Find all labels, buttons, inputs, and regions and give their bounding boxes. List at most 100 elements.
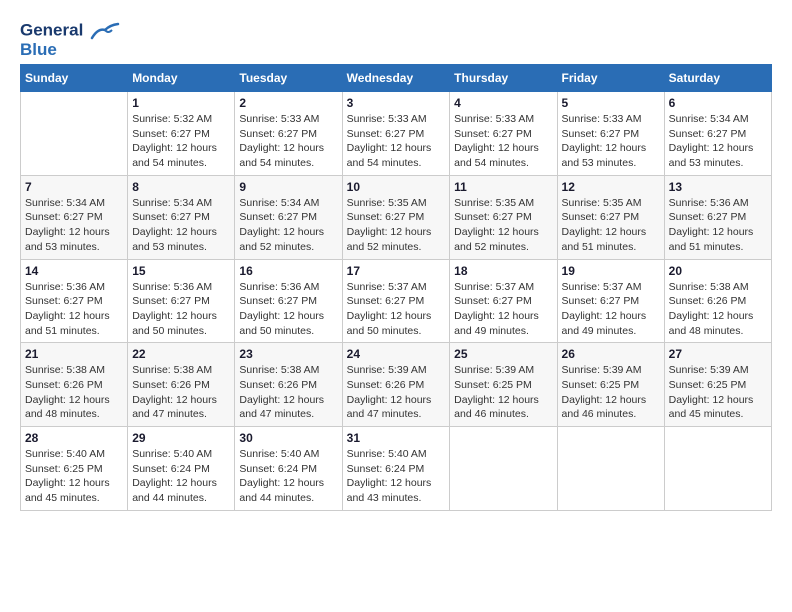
day-info: Sunrise: 5:39 AM Sunset: 6:25 PM Dayligh… xyxy=(669,363,767,422)
column-header-friday: Friday xyxy=(557,65,664,92)
calendar-week-row: 7 Sunrise: 5:34 AM Sunset: 6:27 PM Daylig… xyxy=(21,175,772,259)
day-info: Sunrise: 5:34 AM Sunset: 6:27 PM Dayligh… xyxy=(239,196,337,255)
calendar-cell: 9 Sunrise: 5:34 AM Sunset: 6:27 PM Daylig… xyxy=(235,175,342,259)
day-info: Sunrise: 5:40 AM Sunset: 6:24 PM Dayligh… xyxy=(239,447,337,506)
day-number: 30 xyxy=(239,431,337,445)
day-number: 23 xyxy=(239,347,337,361)
day-number: 3 xyxy=(347,96,446,110)
day-info: Sunrise: 5:40 AM Sunset: 6:24 PM Dayligh… xyxy=(132,447,230,506)
calendar-cell: 14 Sunrise: 5:36 AM Sunset: 6:27 PM Dayli… xyxy=(21,259,128,343)
calendar-cell: 13Sunrise: 5:36 AM Sunset: 6:27 PM Dayli… xyxy=(664,175,771,259)
day-number: 18 xyxy=(454,264,552,278)
day-info: Sunrise: 5:35 AM Sunset: 6:27 PM Dayligh… xyxy=(347,196,446,255)
day-number: 15 xyxy=(132,264,230,278)
day-number: 29 xyxy=(132,431,230,445)
calendar-cell: 11 Sunrise: 5:35 AM Sunset: 6:27 PM Dayli… xyxy=(450,175,557,259)
calendar-cell: 27 Sunrise: 5:39 AM Sunset: 6:25 PM Dayli… xyxy=(664,343,771,427)
day-info: Sunrise: 5:36 AM Sunset: 6:27 PM Dayligh… xyxy=(132,280,230,339)
calendar-cell: 18Sunrise: 5:37 AM Sunset: 6:27 PM Dayli… xyxy=(450,259,557,343)
day-info: Sunrise: 5:34 AM Sunset: 6:27 PM Dayligh… xyxy=(25,196,123,255)
calendar-cell: 7 Sunrise: 5:34 AM Sunset: 6:27 PM Daylig… xyxy=(21,175,128,259)
calendar-cell: 28 Sunrise: 5:40 AM Sunset: 6:25 PM Dayli… xyxy=(21,427,128,511)
calendar-cell: 30 Sunrise: 5:40 AM Sunset: 6:24 PM Dayli… xyxy=(235,427,342,511)
calendar-cell: 12 Sunrise: 5:35 AM Sunset: 6:27 PM Dayli… xyxy=(557,175,664,259)
day-number: 8 xyxy=(132,180,230,194)
day-number: 27 xyxy=(669,347,767,361)
calendar-cell: 22 Sunrise: 5:38 AM Sunset: 6:26 PM Dayli… xyxy=(128,343,235,427)
day-info: Sunrise: 5:33 AM Sunset: 6:27 PM Dayligh… xyxy=(454,112,552,171)
calendar-cell xyxy=(21,92,128,176)
day-number: 7 xyxy=(25,180,123,194)
calendar-week-row: 1 Sunrise: 5:32 AM Sunset: 6:27 PM Daylig… xyxy=(21,92,772,176)
calendar-cell: 16 Sunrise: 5:36 AM Sunset: 6:27 PM Dayli… xyxy=(235,259,342,343)
calendar-cell: 4 Sunrise: 5:33 AM Sunset: 6:27 PM Daylig… xyxy=(450,92,557,176)
day-info: Sunrise: 5:35 AM Sunset: 6:27 PM Dayligh… xyxy=(562,196,660,255)
logo-text: General Blue xyxy=(20,20,120,60)
day-number: 11 xyxy=(454,180,552,194)
day-info: Sunrise: 5:34 AM Sunset: 6:27 PM Dayligh… xyxy=(669,112,767,171)
page-header: General Blue xyxy=(20,20,772,60)
logo: General Blue xyxy=(20,20,120,60)
calendar-cell: 15 Sunrise: 5:36 AM Sunset: 6:27 PM Dayli… xyxy=(128,259,235,343)
column-header-sunday: Sunday xyxy=(21,65,128,92)
calendar-cell: 24Sunrise: 5:39 AM Sunset: 6:26 PM Dayli… xyxy=(342,343,450,427)
day-info: Sunrise: 5:39 AM Sunset: 6:26 PM Dayligh… xyxy=(347,363,446,422)
calendar-cell: 23 Sunrise: 5:38 AM Sunset: 6:26 PM Dayli… xyxy=(235,343,342,427)
calendar-cell: 21 Sunrise: 5:38 AM Sunset: 6:26 PM Dayli… xyxy=(21,343,128,427)
calendar-cell xyxy=(557,427,664,511)
day-info: Sunrise: 5:38 AM Sunset: 6:26 PM Dayligh… xyxy=(25,363,123,422)
calendar-cell: 20 Sunrise: 5:38 AM Sunset: 6:26 PM Dayli… xyxy=(664,259,771,343)
day-number: 28 xyxy=(25,431,123,445)
day-info: Sunrise: 5:38 AM Sunset: 6:26 PM Dayligh… xyxy=(239,363,337,422)
day-number: 14 xyxy=(25,264,123,278)
calendar-week-row: 28 Sunrise: 5:40 AM Sunset: 6:25 PM Dayli… xyxy=(21,427,772,511)
day-info: Sunrise: 5:37 AM Sunset: 6:27 PM Dayligh… xyxy=(347,280,446,339)
day-number: 17 xyxy=(347,264,446,278)
day-info: Sunrise: 5:40 AM Sunset: 6:24 PM Dayligh… xyxy=(347,447,446,506)
day-info: Sunrise: 5:38 AM Sunset: 6:26 PM Dayligh… xyxy=(132,363,230,422)
day-info: Sunrise: 5:36 AM Sunset: 6:27 PM Dayligh… xyxy=(239,280,337,339)
calendar-cell: 10Sunrise: 5:35 AM Sunset: 6:27 PM Dayli… xyxy=(342,175,450,259)
day-number: 16 xyxy=(239,264,337,278)
calendar-cell: 6 Sunrise: 5:34 AM Sunset: 6:27 PM Daylig… xyxy=(664,92,771,176)
day-number: 31 xyxy=(347,431,446,445)
day-number: 19 xyxy=(562,264,660,278)
day-number: 26 xyxy=(562,347,660,361)
day-number: 4 xyxy=(454,96,552,110)
day-info: Sunrise: 5:33 AM Sunset: 6:27 PM Dayligh… xyxy=(562,112,660,171)
calendar-cell: 17 Sunrise: 5:37 AM Sunset: 6:27 PM Dayli… xyxy=(342,259,450,343)
column-header-saturday: Saturday xyxy=(664,65,771,92)
column-header-wednesday: Wednesday xyxy=(342,65,450,92)
column-header-thursday: Thursday xyxy=(450,65,557,92)
calendar-week-row: 14 Sunrise: 5:36 AM Sunset: 6:27 PM Dayli… xyxy=(21,259,772,343)
day-info: Sunrise: 5:36 AM Sunset: 6:27 PM Dayligh… xyxy=(25,280,123,339)
day-info: Sunrise: 5:33 AM Sunset: 6:27 PM Dayligh… xyxy=(347,112,446,171)
day-number: 22 xyxy=(132,347,230,361)
day-info: Sunrise: 5:33 AM Sunset: 6:27 PM Dayligh… xyxy=(239,112,337,171)
day-number: 12 xyxy=(562,180,660,194)
day-number: 9 xyxy=(239,180,337,194)
calendar-cell: 1 Sunrise: 5:32 AM Sunset: 6:27 PM Daylig… xyxy=(128,92,235,176)
day-number: 25 xyxy=(454,347,552,361)
calendar-cell: 31 Sunrise: 5:40 AM Sunset: 6:24 PM Dayli… xyxy=(342,427,450,511)
day-number: 1 xyxy=(132,96,230,110)
day-info: Sunrise: 5:32 AM Sunset: 6:27 PM Dayligh… xyxy=(132,112,230,171)
day-number: 5 xyxy=(562,96,660,110)
day-info: Sunrise: 5:34 AM Sunset: 6:27 PM Dayligh… xyxy=(132,196,230,255)
column-header-tuesday: Tuesday xyxy=(235,65,342,92)
column-header-monday: Monday xyxy=(128,65,235,92)
day-info: Sunrise: 5:37 AM Sunset: 6:27 PM Dayligh… xyxy=(562,280,660,339)
day-info: Sunrise: 5:35 AM Sunset: 6:27 PM Dayligh… xyxy=(454,196,552,255)
calendar-table: SundayMondayTuesdayWednesdayThursdayFrid… xyxy=(20,64,772,511)
day-number: 21 xyxy=(25,347,123,361)
calendar-cell xyxy=(450,427,557,511)
day-number: 13 xyxy=(669,180,767,194)
day-number: 6 xyxy=(669,96,767,110)
day-info: Sunrise: 5:40 AM Sunset: 6:25 PM Dayligh… xyxy=(25,447,123,506)
calendar-cell: 29 Sunrise: 5:40 AM Sunset: 6:24 PM Dayli… xyxy=(128,427,235,511)
day-number: 20 xyxy=(669,264,767,278)
calendar-week-row: 21 Sunrise: 5:38 AM Sunset: 6:26 PM Dayli… xyxy=(21,343,772,427)
day-number: 2 xyxy=(239,96,337,110)
calendar-cell: 26Sunrise: 5:39 AM Sunset: 6:25 PM Dayli… xyxy=(557,343,664,427)
day-info: Sunrise: 5:38 AM Sunset: 6:26 PM Dayligh… xyxy=(669,280,767,339)
